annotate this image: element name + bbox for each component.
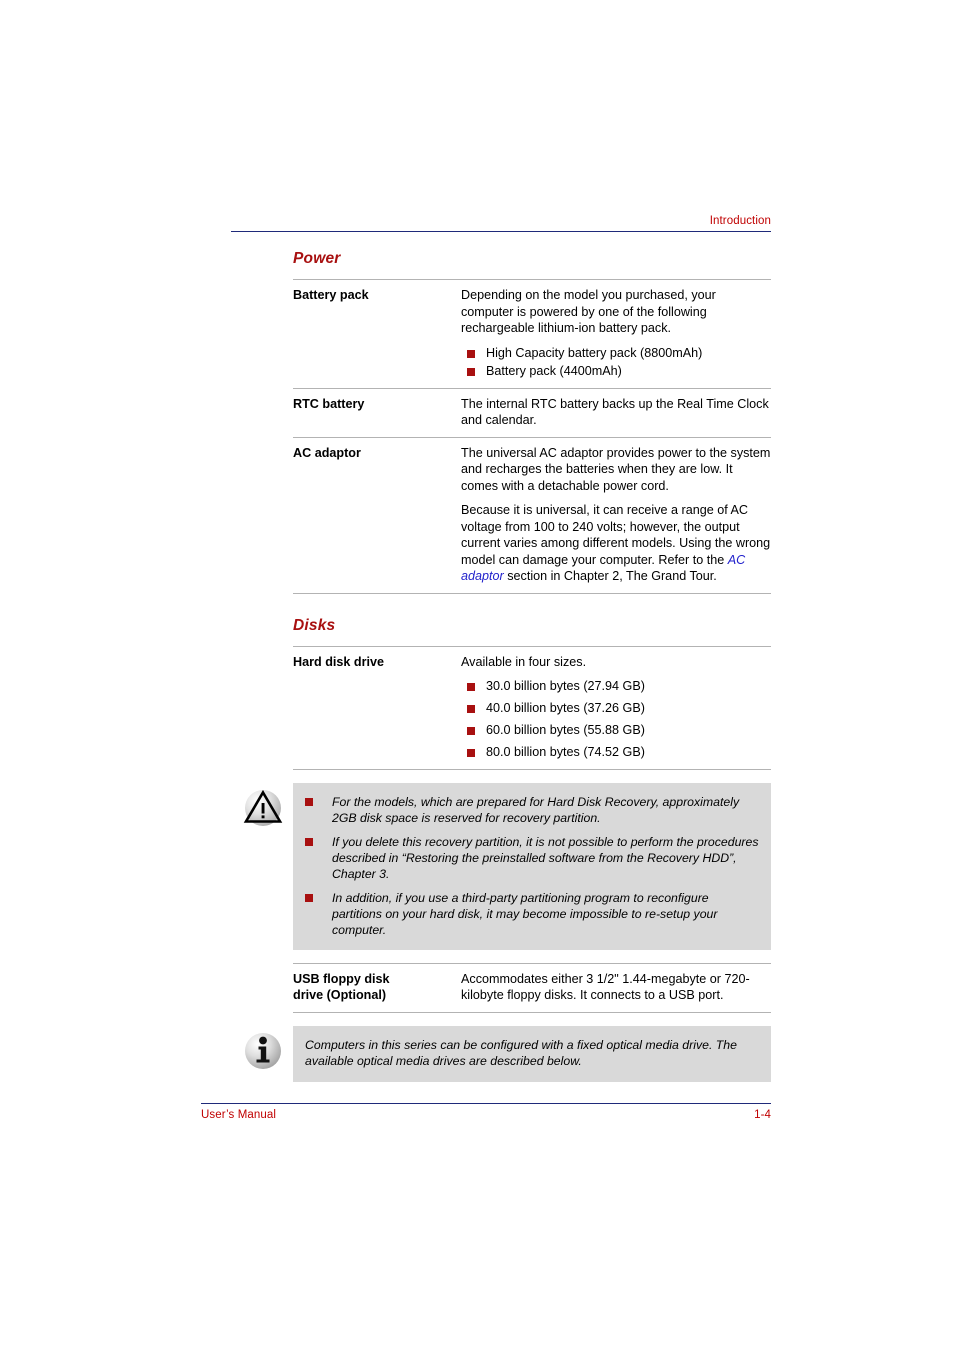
info-callout: Computers in this series can be configur… <box>245 1025 771 1082</box>
desc-paragraph: Available in four sizes. <box>461 654 587 669</box>
desc-usb-floppy-disk-drive: Accommodates either 3 1/2" 1.44-megabyte… <box>461 963 771 1012</box>
term-line-2: drive (Optional) <box>293 988 387 1002</box>
list-item-label: In addition, if you use a third-party pa… <box>332 890 718 937</box>
warning-triangle-icon <box>241 786 285 830</box>
section-heading-power: Power <box>293 250 341 267</box>
desc-battery-pack: Depending on the model you purchased, yo… <box>461 280 771 389</box>
list-item-label: Battery pack (4400mAh) <box>486 364 622 378</box>
list-item-label: 80.0 billion bytes (74.52 GB) <box>486 745 645 759</box>
page-content: Power Battery pack Depending on the mode… <box>243 250 771 1095</box>
list-item-label: For the models, which are prepared for H… <box>332 794 740 825</box>
xref-prefix-text: Because it is universal, it can receive … <box>461 503 771 567</box>
square-bullet-icon <box>467 727 475 735</box>
list-item-label: High Capacity battery pack (8800mAh) <box>486 345 703 360</box>
desc-paragraph: Depending on the model you purchased, yo… <box>461 288 716 335</box>
caution-bullet-list: For the models, which are prepared for H… <box>305 794 759 938</box>
list-item: Battery pack (4400mAh) <box>461 363 771 380</box>
table-row-hard-disk-drive: Hard disk drive Available in four sizes.… <box>293 646 771 769</box>
header-rule <box>231 231 771 232</box>
spec-table-disks: Hard disk drive Available in four sizes.… <box>293 646 771 770</box>
desc-ac-adaptor: The universal AC adaptor provides power … <box>461 437 771 593</box>
xref-suffix-text: section in Chapter 2, The Grand Tour. <box>503 569 717 583</box>
term-line-1: USB floppy disk <box>293 971 390 986</box>
square-bullet-icon <box>467 349 475 358</box>
list-item: If you delete this recovery partition, i… <box>305 834 759 882</box>
term-hard-disk-drive: Hard disk drive <box>293 654 384 669</box>
info-circle-icon <box>241 1029 285 1073</box>
term-usb-floppy-disk-drive: USB floppy disk drive (Optional) <box>293 963 461 1012</box>
hard-disk-size-list: 30.0 billion bytes (27.94 GB) 40.0 billi… <box>461 678 771 761</box>
spec-table-usb-floppy: USB floppy disk drive (Optional) Accommo… <box>293 963 771 1013</box>
footer-page-number: 1-4 <box>754 1109 771 1121</box>
square-bullet-icon <box>467 705 475 713</box>
table-row-ac-adaptor: AC adaptor The universal AC adaptor prov… <box>293 437 771 593</box>
square-bullet-icon <box>467 683 475 691</box>
list-item: 60.0 billion bytes (55.88 GB) <box>461 722 771 739</box>
square-bullet-icon <box>305 893 313 902</box>
square-bullet-icon <box>467 368 475 376</box>
list-item: 30.0 billion bytes (27.94 GB) <box>461 678 771 695</box>
desc-paragraph: The internal RTC battery backs up the Re… <box>461 396 769 428</box>
list-item-label: 40.0 billion bytes (37.26 GB) <box>486 701 645 715</box>
list-item: For the models, which are prepared for H… <box>305 794 759 826</box>
page-header: Introduction <box>231 214 771 232</box>
desc-paragraph: Accommodates either 3 1/2" 1.44-megabyte… <box>461 971 750 1003</box>
caution-callout: For the models, which are prepared for H… <box>243 782 771 950</box>
table-row-battery-pack: Battery pack Depending on the model you … <box>293 279 771 389</box>
footer-manual-label: User’s Manual <box>201 1109 277 1121</box>
square-bullet-icon <box>305 837 313 846</box>
table-row-usb-floppy-disk-drive: USB floppy disk drive (Optional) Accommo… <box>293 963 771 1012</box>
desc-paragraph-with-xref: Because it is universal, it can receive … <box>461 502 771 585</box>
desc-rtc-battery: The internal RTC battery backs up the Re… <box>461 388 771 437</box>
list-item: 80.0 billion bytes (74.52 GB) <box>461 744 771 761</box>
page-footer: User’s Manual 1-4 <box>201 1103 771 1121</box>
section-heading-disks: Disks <box>293 616 336 634</box>
desc-paragraph: The universal AC adaptor provides power … <box>461 445 771 493</box>
term-battery-pack: Battery pack <box>293 288 369 302</box>
table-row-rtc-battery: RTC battery The internal RTC battery bac… <box>293 388 771 437</box>
header-chapter-title: Introduction <box>709 215 771 227</box>
list-item-label: If you delete this recovery partition, i… <box>332 834 759 881</box>
footer-row: User’s Manual 1-4 <box>201 1109 771 1121</box>
battery-pack-option-list: High Capacity battery pack (8800mAh) Bat… <box>461 345 771 380</box>
caution-callout-box: For the models, which are prepared for H… <box>293 782 771 950</box>
list-item: 40.0 billion bytes (37.26 GB) <box>461 700 771 717</box>
info-callout-text: Computers in this series can be configur… <box>305 1037 737 1069</box>
square-bullet-icon <box>305 797 313 806</box>
document-page: Introduction Power Battery pack Dependin… <box>0 0 954 1351</box>
list-item-label: 30.0 billion bytes (27.94 GB) <box>486 679 645 693</box>
square-bullet-icon <box>467 749 475 757</box>
list-item: High Capacity battery pack (8800mAh) <box>461 345 771 362</box>
term-rtc-battery: RTC battery <box>293 396 365 411</box>
spec-table-power: Battery pack Depending on the model you … <box>293 279 771 594</box>
desc-hard-disk-drive: Available in four sizes. 30.0 billion by… <box>461 646 771 769</box>
term-ac-adaptor: AC adaptor <box>293 445 361 460</box>
list-item: In addition, if you use a third-party pa… <box>305 890 759 938</box>
footer-rule <box>201 1103 771 1104</box>
info-callout-box: Computers in this series can be configur… <box>293 1025 771 1082</box>
list-item-label: 60.0 billion bytes (55.88 GB) <box>486 723 645 737</box>
